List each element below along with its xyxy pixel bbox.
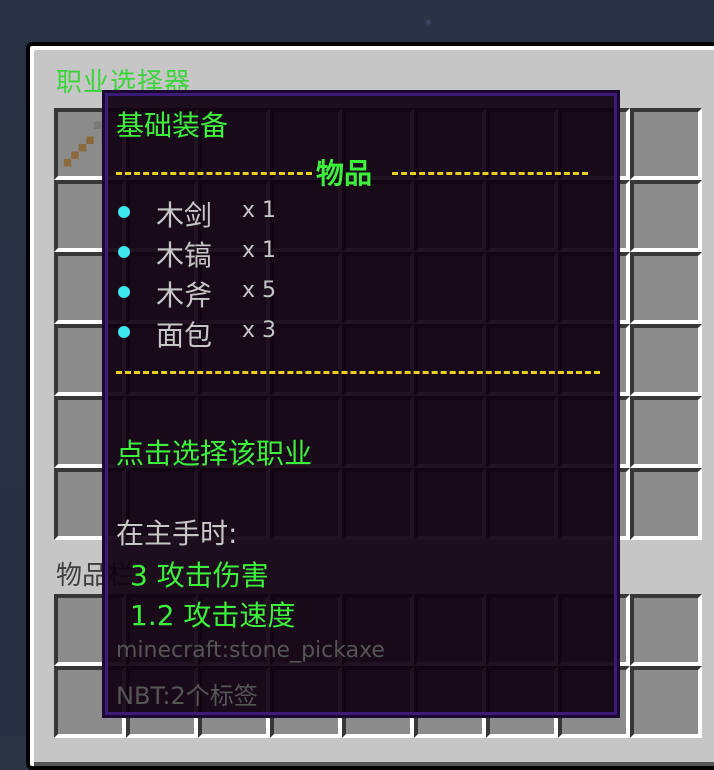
items-section-header: 物品: [316, 157, 373, 190]
divider-left: [116, 172, 312, 175]
item-qty-2: x 1: [242, 238, 277, 263]
inventory-slot[interactable]: [630, 252, 702, 324]
divider-bottom: [116, 371, 600, 374]
main-hand-label: 在主手时:: [116, 517, 238, 550]
attack-damage: 3 攻击伤害: [130, 559, 269, 592]
tooltip-title: 基础装备: [116, 109, 229, 142]
nbt-tags: NBT:2个标签: [116, 682, 258, 710]
bullet-icon: [118, 246, 130, 258]
item-name-4: 面包: [156, 319, 213, 352]
bullet-icon: [118, 326, 130, 338]
inventory-slot[interactable]: [630, 468, 702, 540]
item-id: minecraft:stone_pickaxe: [116, 638, 385, 663]
select-class-action: 点击选择该职业: [116, 437, 313, 470]
item-name-2: 木镐: [156, 239, 213, 272]
item-qty-4: x 3: [242, 318, 277, 343]
attack-speed: 1.2 攻击速度: [130, 599, 296, 632]
divider-right: [392, 172, 588, 175]
bullet-icon: [118, 206, 130, 218]
item-qty-3: x 5: [242, 278, 277, 303]
inventory-slot[interactable]: [630, 108, 702, 180]
inventory-slot[interactable]: [630, 666, 702, 738]
item-qty-1: x 1: [242, 198, 277, 223]
item-name-1: 木剑: [156, 199, 213, 232]
inventory-slot[interactable]: [630, 594, 702, 666]
inventory-slot[interactable]: [630, 324, 702, 396]
item-name-3: 木斧: [156, 279, 213, 312]
inventory-slot[interactable]: [630, 180, 702, 252]
bullet-icon: [118, 286, 130, 298]
inventory-slot[interactable]: [630, 396, 702, 468]
